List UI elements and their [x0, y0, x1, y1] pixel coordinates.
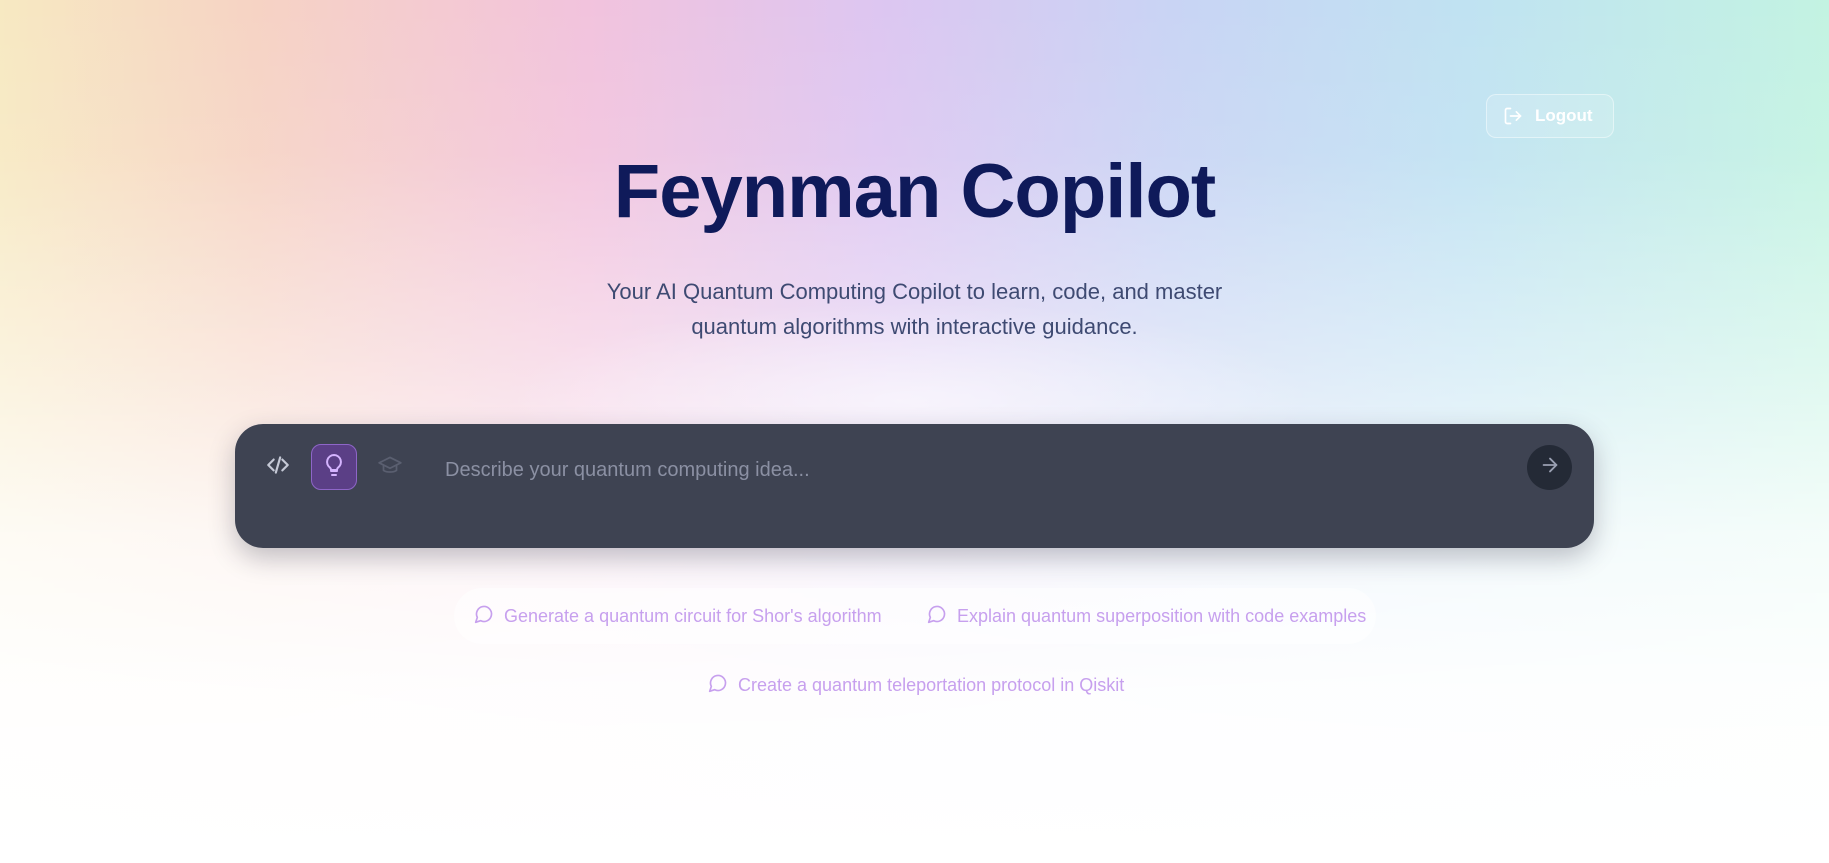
chat-bubble-icon — [927, 604, 947, 629]
logout-label: Logout — [1535, 106, 1593, 125]
page-title: Feynman Copilot — [613, 149, 1216, 234]
code-mode-button[interactable] — [255, 444, 301, 490]
page-subtitle: Your AI Quantum Computing Copilot to lea… — [606, 279, 1223, 339]
send-button[interactable] — [1527, 445, 1572, 490]
chat-bubble-icon — [474, 604, 494, 629]
lightbulb-icon — [322, 453, 346, 482]
suggestion-chip[interactable]: Explain quantum superposition with code … — [927, 604, 1366, 629]
prompt-input[interactable] — [443, 449, 1507, 491]
prompt-composer — [235, 424, 1594, 548]
suggestion-chip[interactable]: Create a quantum teleportation protocol … — [708, 673, 1124, 698]
suggestion-text: Generate a quantum circuit for Shor's al… — [504, 606, 882, 626]
code-brackets-icon — [265, 452, 291, 483]
suggestion-text: Create a quantum teleportation protocol … — [738, 675, 1125, 695]
suggestion-chip[interactable]: Generate a quantum circuit for Shor's al… — [474, 604, 882, 629]
logout-button[interactable]: Logout — [1486, 94, 1614, 138]
learn-mode-button[interactable] — [367, 444, 413, 490]
logout-icon — [1503, 106, 1523, 126]
graduation-cap-icon — [377, 452, 403, 483]
chat-bubble-icon — [708, 673, 728, 698]
arrow-right-icon — [1539, 454, 1561, 481]
suggestion-text: Explain quantum superposition with code … — [957, 606, 1367, 626]
idea-mode-button[interactable] — [311, 444, 357, 490]
